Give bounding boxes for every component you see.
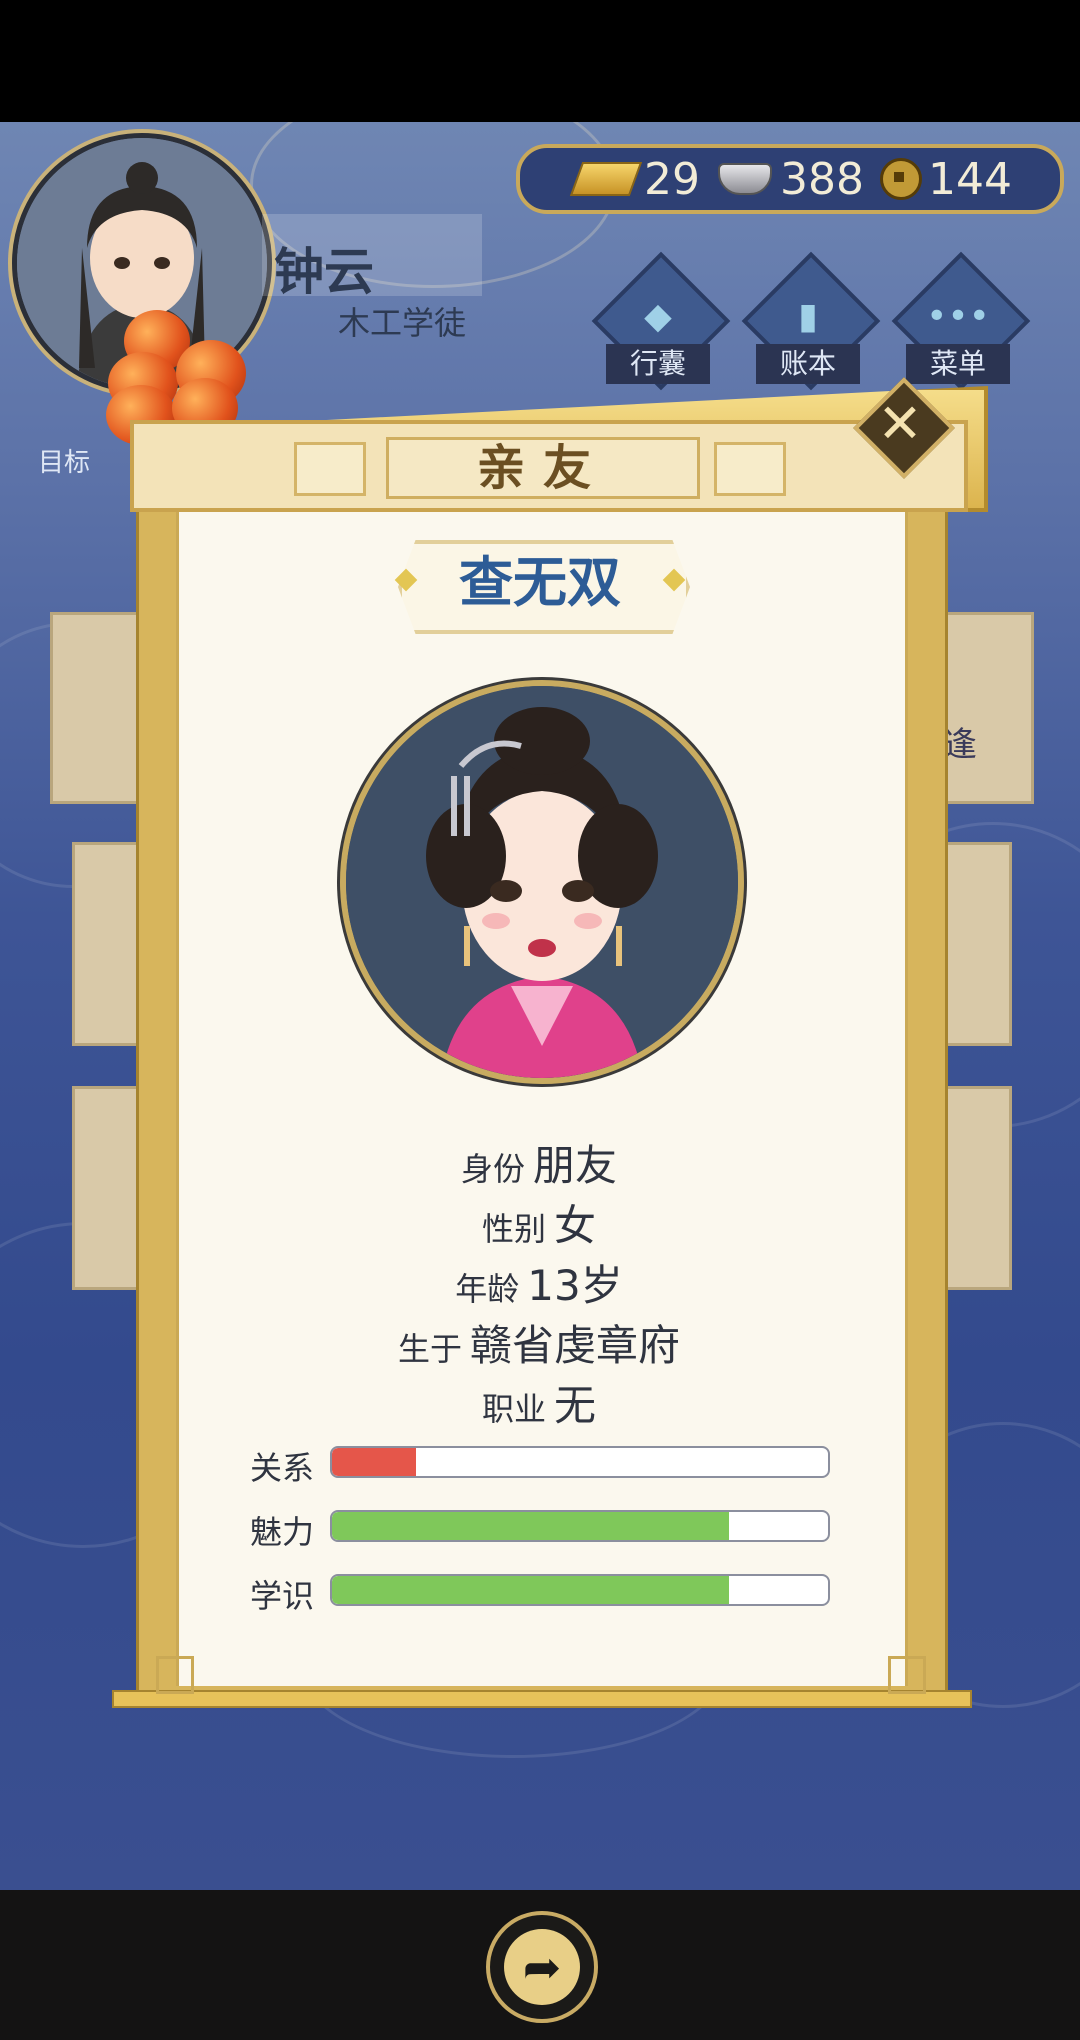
background-card	[940, 1086, 1012, 1290]
relationship-bar	[330, 1446, 830, 1478]
person-name: 查无双	[459, 551, 621, 614]
currency-bar: 29 388 144	[516, 144, 1064, 214]
player-title: 木工学徒	[338, 304, 467, 342]
player-name: 钟云	[274, 243, 374, 301]
corner-ornament	[156, 1656, 194, 1694]
ledger-button[interactable]: ▮ 账本	[741, 251, 881, 391]
info-age: 年龄 13岁	[455, 1261, 623, 1310]
popup-bottom-rod	[112, 1690, 972, 1708]
info-birthplace: 生于 赣省虔章府	[397, 1321, 681, 1370]
background-card: 逢	[940, 612, 1034, 804]
info-identity: 身份 朋友	[460, 1141, 618, 1190]
knowledge-bar	[330, 1574, 830, 1606]
bag-icon: ◆	[644, 296, 672, 337]
close-icon[interactable]: ✕	[868, 392, 932, 456]
share-icon: ➦	[522, 1940, 562, 1994]
gold-amount: 29	[644, 153, 700, 205]
coin-amount: 144	[927, 153, 1012, 205]
ledger-icon: ▮	[798, 296, 818, 337]
person-portrait	[340, 680, 744, 1084]
bag-button[interactable]: ◆ 行囊	[591, 251, 731, 391]
main-menu-button[interactable]: ••• 菜单	[891, 251, 1031, 391]
share-button[interactable]: ➦	[486, 1911, 598, 2023]
background-card	[72, 1086, 146, 1290]
more-icon: •••	[926, 296, 990, 337]
info-occupation: 职业无	[481, 1381, 597, 1430]
background-card	[50, 612, 146, 804]
info-gender: 性别女	[481, 1201, 597, 1250]
gold-ingot-icon	[569, 162, 643, 196]
copper-coin-icon	[879, 158, 922, 200]
corner-ornament	[888, 1656, 926, 1694]
stat-label-knowledge: 学识	[250, 1577, 315, 1615]
stat-label-charm: 魅力	[250, 1513, 315, 1551]
stat-label-relationship: 关系	[250, 1449, 315, 1487]
silver-ingot-icon	[718, 163, 772, 195]
silver-amount: 388	[780, 153, 864, 205]
background-card	[940, 842, 1012, 1046]
charm-bar	[330, 1510, 830, 1542]
background-card	[72, 842, 146, 1046]
popup-title: 亲友	[386, 437, 700, 499]
status-bar	[0, 0, 1080, 122]
